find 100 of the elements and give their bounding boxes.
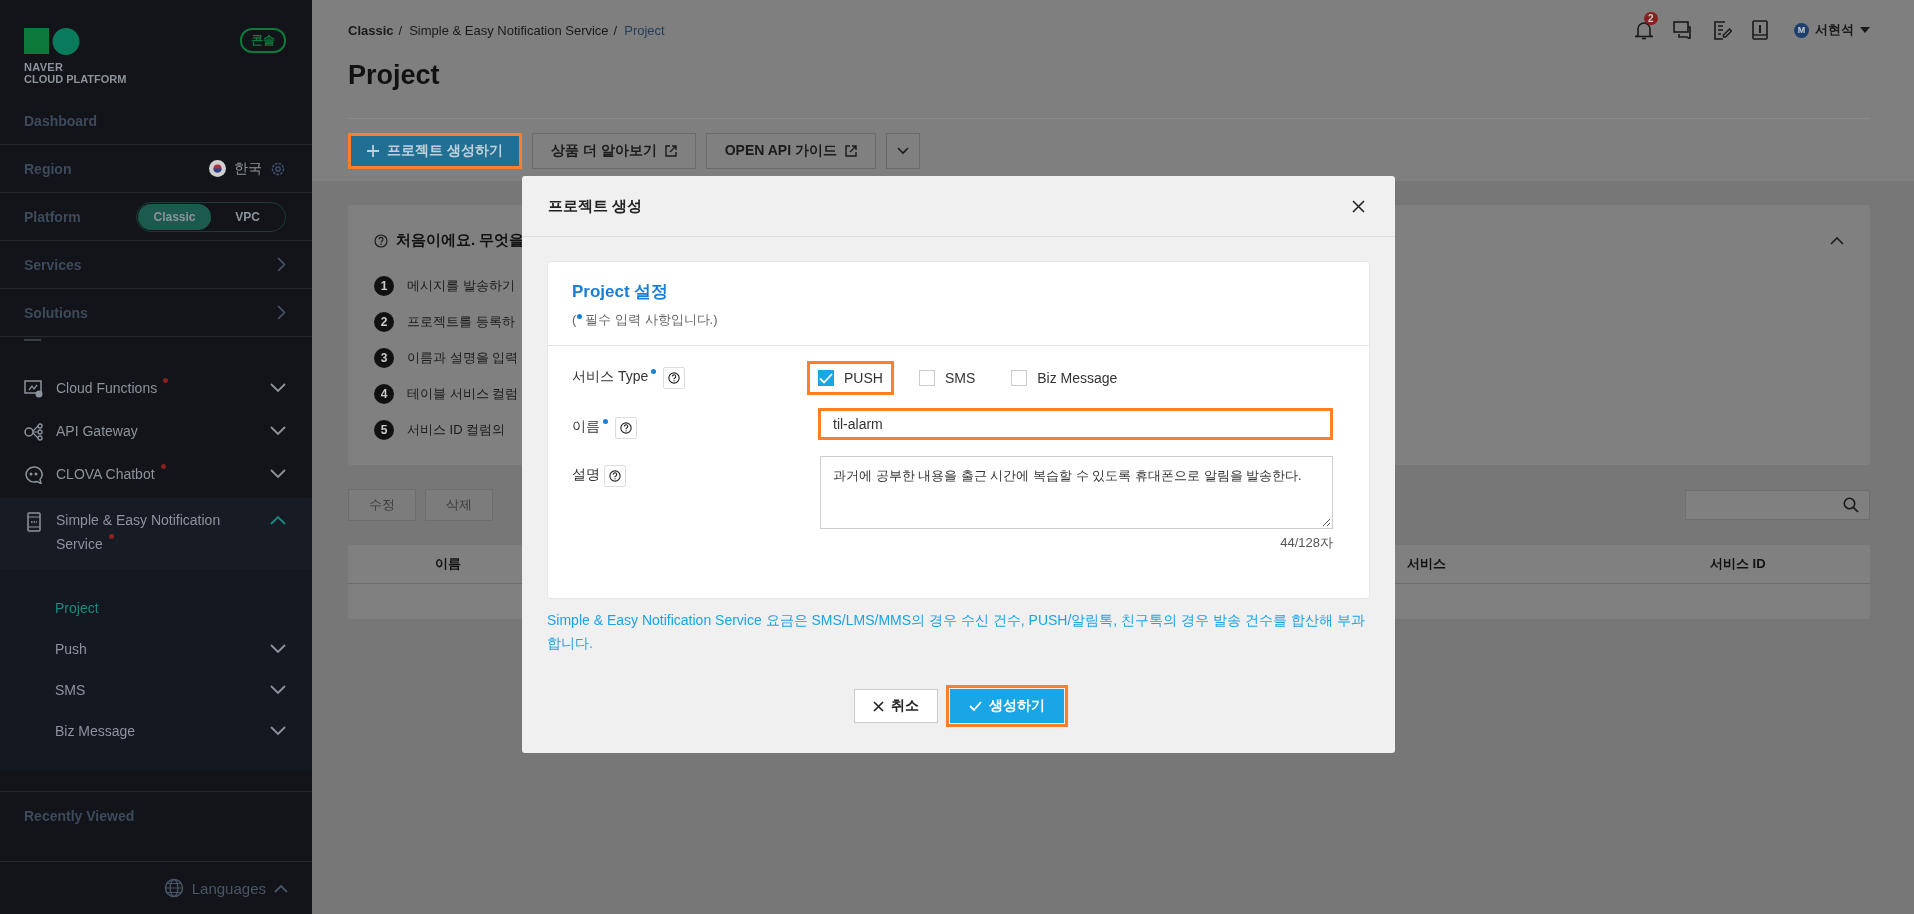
external-link-icon <box>844 145 857 157</box>
monitor-icon <box>24 380 44 398</box>
chevron-icon <box>270 426 286 436</box>
chat-bubble-icon <box>24 466 44 484</box>
name-input[interactable]: til-alarm <box>818 408 1333 440</box>
console-badge[interactable]: 콘솔 <box>240 28 286 53</box>
submenu-item[interactable]: Push <box>0 628 312 669</box>
user-name[interactable]: 서현석 <box>1815 21 1854 39</box>
menu-label: API Gateway <box>56 422 139 441</box>
chevron-icon <box>270 383 286 393</box>
column-header: 이름 <box>434 555 462 573</box>
platform-option[interactable]: VPC <box>211 203 284 230</box>
caret-icon[interactable] <box>1860 27 1870 33</box>
field-label: 서비스 Type <box>572 368 649 386</box>
submenu-item[interactable]: SMS <box>0 669 312 710</box>
chevron-down-icon <box>270 643 286 654</box>
chevron-right-icon <box>277 257 286 272</box>
flag-icon <box>209 160 226 177</box>
guide-title: 처음이에요. 무엇을 <box>396 231 525 250</box>
help-icon <box>374 233 388 248</box>
dialog-title: 프로젝트 생성 <box>548 196 643 216</box>
step-text: 이름과 설명을 입력 <box>407 349 519 367</box>
chevron-down-icon <box>270 684 286 695</box>
chevron-icon <box>270 515 286 525</box>
chevron-icon <box>270 469 286 479</box>
section-title: Project 설정 <box>572 281 670 303</box>
checkbox[interactable] <box>1011 370 1028 386</box>
menu-label: CLOVA Chatbot <box>56 462 258 486</box>
logo-text: CLOUD PLATFORM <box>24 73 127 85</box>
field-label: 설명 <box>572 466 600 484</box>
pricing-notice: Simple & Easy Notification Service 요금은 SMS/LMS/MMS의 경우 수신 건수, PUSH/알림톡, 친구톡의 경우 발송 건수를 합산해 부과합니다. <box>547 611 1366 653</box>
checkbox[interactable] <box>918 370 935 386</box>
external-link-icon <box>664 145 677 157</box>
help-button[interactable] <box>663 367 686 389</box>
languages-button[interactable]: Languages <box>163 878 288 898</box>
help-button[interactable] <box>615 417 637 439</box>
close-icon <box>872 700 884 712</box>
required-note: ( 필수 입력 사항입니다.) <box>572 311 719 329</box>
step-text: 서비스 ID 컬럼의 <box>407 421 506 439</box>
notification-badge: 2 <box>1644 12 1658 25</box>
platform-label: Platform <box>24 208 81 225</box>
nodes-icon <box>24 423 44 441</box>
edit-note-icon[interactable] <box>1713 20 1732 40</box>
checkbox-option[interactable]: PUSH <box>810 364 891 392</box>
platform-option[interactable]: Classic <box>138 203 211 230</box>
step-number: 2 <box>374 312 394 332</box>
create-project-button[interactable]: 프로젝트 생성하기 <box>348 133 522 169</box>
menu-item[interactable]: CLOVA Chatbot <box>0 455 312 498</box>
checkbox[interactable] <box>818 370 834 386</box>
user-avatar[interactable]: M <box>1794 22 1809 38</box>
help-button[interactable] <box>604 465 626 487</box>
page-title: Project <box>348 60 441 92</box>
external-link-button[interactable]: OPEN API 가이드 <box>705 133 876 169</box>
breadcrumb-separator: / <box>398 22 403 38</box>
step-text: 프로젝트를 등록하 <box>407 313 515 331</box>
description-input[interactable]: 과거에 공부한 내용을 출근 시간에 복습할 수 있도록 휴대폰으로 알림을 발송한다. <box>820 456 1333 529</box>
plus-icon <box>367 145 379 157</box>
step-number: 3 <box>374 348 394 368</box>
menu-item[interactable]: Simple & Easy Notification Service <box>0 498 312 569</box>
breadcrumb-link[interactable]: Project <box>624 22 665 38</box>
region-value[interactable]: 한국 <box>234 159 262 178</box>
checkbox-option[interactable]: Biz Message <box>1003 364 1126 392</box>
menu-label: Cloud Functions <box>56 376 258 400</box>
field-label: 이름 <box>572 418 600 436</box>
menu-item[interactable]: Cloud Functions <box>0 369 312 412</box>
book-icon[interactable] <box>1752 20 1768 40</box>
submenu-item[interactable]: Biz Message <box>0 710 312 751</box>
help-icon <box>620 422 632 434</box>
search-icon[interactable] <box>1843 497 1859 513</box>
collapse-icon[interactable] <box>1830 236 1844 245</box>
logo-icon <box>24 28 80 55</box>
phone-icon <box>24 512 44 532</box>
breadcrumb-link[interactable]: Classic <box>348 22 394 38</box>
bell-icon[interactable] <box>1635 20 1653 40</box>
menu-item[interactable]: API Gateway <box>0 412 312 455</box>
menu-label: Simple & Easy Notification Service <box>56 511 222 554</box>
logo-text: NAVER <box>24 61 65 73</box>
globe-icon <box>163 878 184 898</box>
help-icon <box>668 372 681 384</box>
submenu-item[interactable]: Project <box>0 587 312 628</box>
external-link-button[interactable]: 상품 더 알아보기 <box>531 133 696 169</box>
cancel-button[interactable]: 취소 <box>853 689 938 723</box>
breadcrumb-link[interactable]: Simple & Easy Notification Service <box>409 22 609 38</box>
step-number: 1 <box>374 276 394 296</box>
more-button[interactable] <box>885 133 920 169</box>
search-field[interactable] <box>1685 490 1870 520</box>
chat-icon[interactable] <box>1673 21 1693 39</box>
chevron-up-icon <box>274 883 288 893</box>
step-text: 메시지를 발송하기 <box>407 277 515 295</box>
column-header: 서비스 <box>1406 555 1447 573</box>
help-icon <box>609 470 621 482</box>
step-number: 5 <box>374 420 394 440</box>
character-counter: 44/128자 <box>1280 535 1333 550</box>
chevron-down-icon <box>896 147 909 155</box>
step-text: 테이블 서비스 컬럼 <box>407 385 519 403</box>
region-label: Region <box>24 160 72 177</box>
settings-icon[interactable] <box>270 160 286 177</box>
resize-grip-icon[interactable] <box>1322 518 1330 526</box>
checkbox-option[interactable]: SMS <box>910 364 984 392</box>
close-icon[interactable] <box>1352 199 1365 213</box>
